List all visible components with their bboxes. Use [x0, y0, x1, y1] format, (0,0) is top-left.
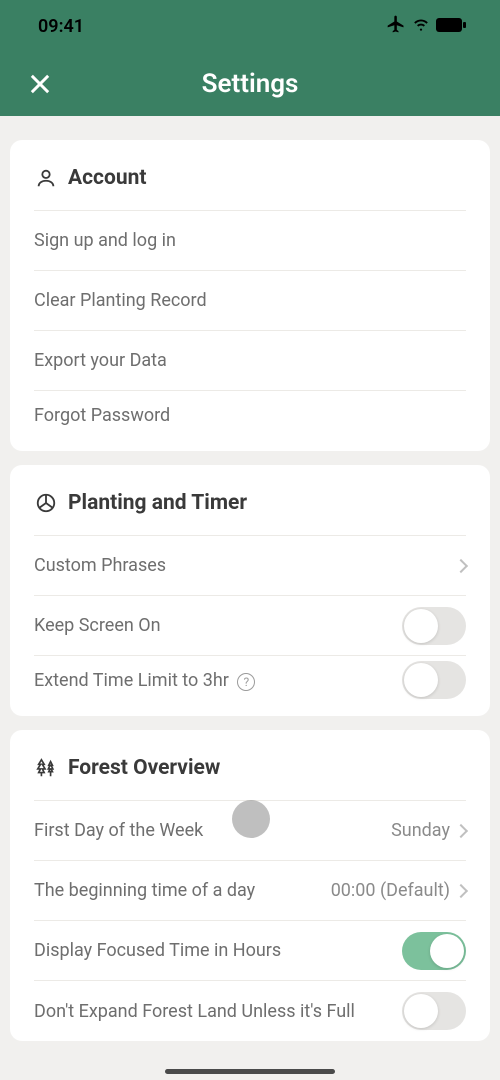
row-value: 00:00 (Default) [331, 880, 450, 901]
row-clear-record[interactable]: Clear Planting Record [34, 271, 466, 331]
row-label: Don't Expand Forest Land Unless it's Ful… [34, 1001, 355, 1022]
chevron-right-icon [454, 823, 468, 837]
row-label: Custom Phrases [34, 555, 166, 576]
row-label: Display Focused Time in Hours [34, 940, 281, 961]
chevron-right-icon [454, 883, 468, 897]
section-header-forest: Forest Overview [34, 730, 466, 801]
row-value: Sunday [391, 820, 450, 841]
toggle-extend-time[interactable] [402, 661, 466, 699]
airplane-icon [386, 14, 406, 38]
user-icon [34, 166, 58, 190]
row-label: Sign up and log in [34, 230, 176, 251]
row-right: 00:00 (Default) [331, 880, 466, 901]
row-right [456, 561, 466, 571]
row-label: Extend Time Limit to 3hr ? [34, 670, 255, 691]
toggle-dont-expand[interactable] [402, 992, 466, 1030]
section-title: Planting and Timer [68, 491, 247, 515]
row-extend-time: Extend Time Limit to 3hr ? [34, 656, 466, 716]
section-header-planting: Planting and Timer [34, 465, 466, 536]
toggle-knob [430, 934, 464, 968]
toggle-knob [404, 609, 438, 643]
row-label: Forgot Password [34, 405, 170, 426]
page-title: Settings [202, 69, 299, 99]
row-forgot-password[interactable]: Forgot Password [34, 391, 466, 451]
section-title: Account [68, 166, 146, 190]
help-icon[interactable]: ? [237, 673, 255, 691]
section-title: Forest Overview [68, 756, 220, 780]
row-label: Keep Screen On [34, 615, 161, 636]
content: Account Sign up and log in Clear Plantin… [0, 116, 500, 1041]
toggle-knob [404, 994, 438, 1028]
row-dont-expand: Don't Expand Forest Land Unless it's Ful… [34, 981, 466, 1041]
section-planting: Planting and Timer Custom Phrases Keep S… [10, 465, 490, 716]
steering-icon [34, 491, 58, 515]
chevron-right-icon [454, 558, 468, 572]
section-header-account: Account [34, 140, 466, 211]
wifi-icon [412, 15, 430, 37]
header: Settings [0, 52, 500, 116]
touch-indicator [232, 800, 270, 838]
row-custom-phrases[interactable]: Custom Phrases [34, 536, 466, 596]
status-time: 09:41 [38, 16, 84, 37]
section-forest: Forest Overview First Day of the Week Su… [10, 730, 490, 1041]
toggle-display-hours[interactable] [402, 932, 466, 970]
status-bar: 09:41 [0, 0, 500, 52]
close-icon [26, 70, 54, 98]
section-account: Account Sign up and log in Clear Plantin… [10, 140, 490, 451]
row-export-data[interactable]: Export your Data [34, 331, 466, 391]
row-label: Export your Data [34, 350, 167, 371]
row-label: Clear Planting Record [34, 290, 207, 311]
home-indicator[interactable] [165, 1069, 335, 1074]
close-button[interactable] [22, 66, 58, 102]
status-icons [386, 14, 466, 38]
toggle-knob [404, 663, 438, 697]
row-label: First Day of the Week [34, 820, 203, 841]
row-display-hours: Display Focused Time in Hours [34, 921, 466, 981]
toggle-keep-screen-on[interactable] [402, 607, 466, 645]
row-keep-screen-on: Keep Screen On [34, 596, 466, 656]
row-label: The beginning time of a day [34, 880, 255, 901]
row-signup-login[interactable]: Sign up and log in [34, 211, 466, 271]
row-right: Sunday [391, 820, 466, 841]
trees-icon [34, 756, 58, 780]
row-label-text: Extend Time Limit to 3hr [34, 670, 229, 691]
row-begin-time[interactable]: The beginning time of a day 00:00 (Defau… [34, 861, 466, 921]
battery-icon [436, 17, 466, 36]
